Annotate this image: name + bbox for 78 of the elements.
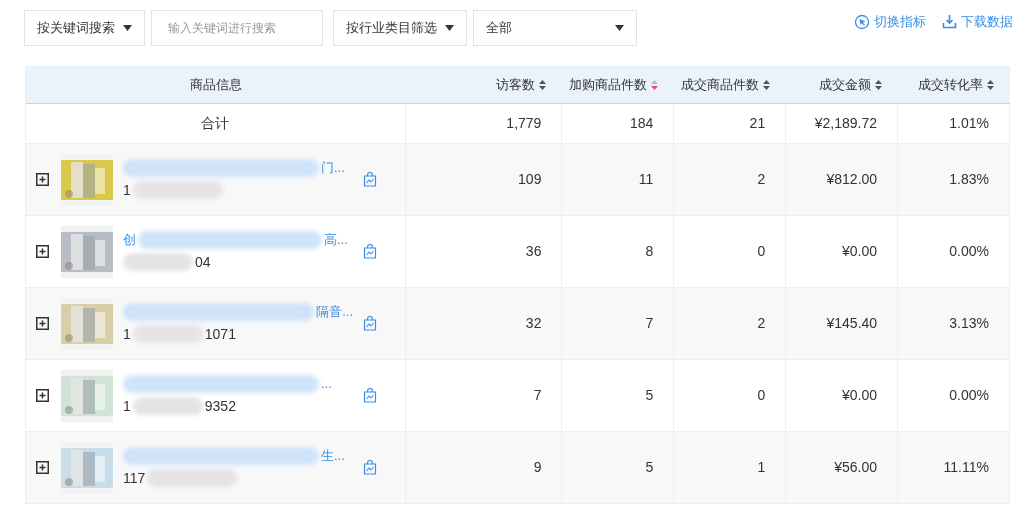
expand-icon[interactable] [36,173,49,186]
table-cell-text: 2 [757,314,766,333]
column-header: 成交转化率 [918,75,983,94]
total-label: 合计 [201,114,230,133]
sort-icon[interactable] [763,79,771,90]
column-header: 成交商品件数 [681,75,760,94]
product-id: 9352 [204,396,236,416]
caret-icon [123,25,132,31]
caret-icon [615,25,624,31]
sort-icon[interactable] [539,79,547,90]
table-cell-text: 32 [525,314,542,333]
table-cell-text: 1.01% [949,114,989,133]
column-header: 访客数 [496,75,536,94]
product-title[interactable]: 隔音... [316,302,353,322]
product-id: 1 [123,396,131,416]
product-title[interactable]: 创 [123,230,136,250]
blur-redaction [123,253,193,272]
sort-icon[interactable] [875,79,883,90]
product-title[interactable]: 高... [324,230,348,250]
table-cell-text: ¥56.00 [834,458,878,477]
table-cell-text: 0.00% [949,242,989,261]
table-cell-text: 7 [533,386,542,405]
table-cell-text: 8 [645,242,654,261]
table-cell-text: 11.11% [943,458,989,477]
table-cell-text: 1 [757,458,766,477]
table-cell-text: 109 [518,170,542,189]
table-cell-text: 36 [525,242,542,261]
table-cell-text: 21 [749,114,766,133]
table-cell-text: 2 [757,170,766,189]
bag-chart-icon[interactable] [363,172,377,187]
search-field[interactable]: 输入关键词进行搜索 [151,10,323,46]
table-cell-text: 0 [757,386,766,405]
table-cell-text: 184 [629,114,654,133]
bag-chart-icon[interactable] [363,388,377,403]
caret-icon [445,25,454,31]
category-select[interactable]: 全部 [473,10,637,46]
product-id: 1 [123,324,131,344]
product-id: 1 [123,180,131,200]
switch-metrics-link[interactable]: 切换指标 [854,12,926,32]
expand-icon[interactable] [36,245,49,258]
table-cell-text: 1.83% [949,170,989,189]
product-title[interactable]: ... [321,374,332,394]
cursor-icon [854,13,870,30]
bag-chart-icon[interactable] [363,460,377,475]
table-cell-text: 3.13% [949,314,989,333]
column-header: 加购商品件数 [569,75,648,94]
download-icon [942,14,957,30]
product-id: 04 [195,252,211,272]
table-cell-text: ¥812.00 [826,170,878,189]
sort-icon[interactable] [651,79,659,90]
product-title[interactable]: 门... [321,158,345,178]
table-cell-text: ¥0.00 [842,242,878,261]
product-id: 117 [123,468,146,488]
table-cell-text: 11 [638,170,654,189]
expand-icon[interactable] [36,389,49,402]
column-header: 成交金额 [819,75,872,94]
product-title[interactable]: 生... [321,446,345,466]
bag-chart-icon[interactable] [363,316,377,331]
blur-redaction [132,397,203,416]
table-cell-text: 9 [533,458,542,477]
filter-dropdown[interactable]: 按关键词搜索 [24,10,145,46]
table-cell-text: 7 [645,314,654,333]
table-cell-text: ¥2,189.72 [814,114,878,133]
table-cell-text: 0.00% [949,386,989,405]
expand-icon[interactable] [36,317,49,330]
filter-dropdown[interactable]: 按行业类目筛选 [333,10,467,46]
sort-icon[interactable] [987,79,994,90]
table-cell-text: ¥0.00 [842,386,878,405]
column-header: 商品信息 [189,75,242,94]
table-cell-text: ¥145.40 [826,314,878,333]
expand-icon[interactable] [36,461,49,474]
table-cell-text: 5 [645,386,654,405]
table-cell-text: 5 [645,458,654,477]
download-link[interactable]: 下载数据 [942,12,1013,32]
product-id: 1071 [204,324,236,344]
table-cell-text: 1,779 [506,114,542,133]
table-cell-text: 0 [757,242,766,261]
bag-chart-icon[interactable] [363,244,377,259]
